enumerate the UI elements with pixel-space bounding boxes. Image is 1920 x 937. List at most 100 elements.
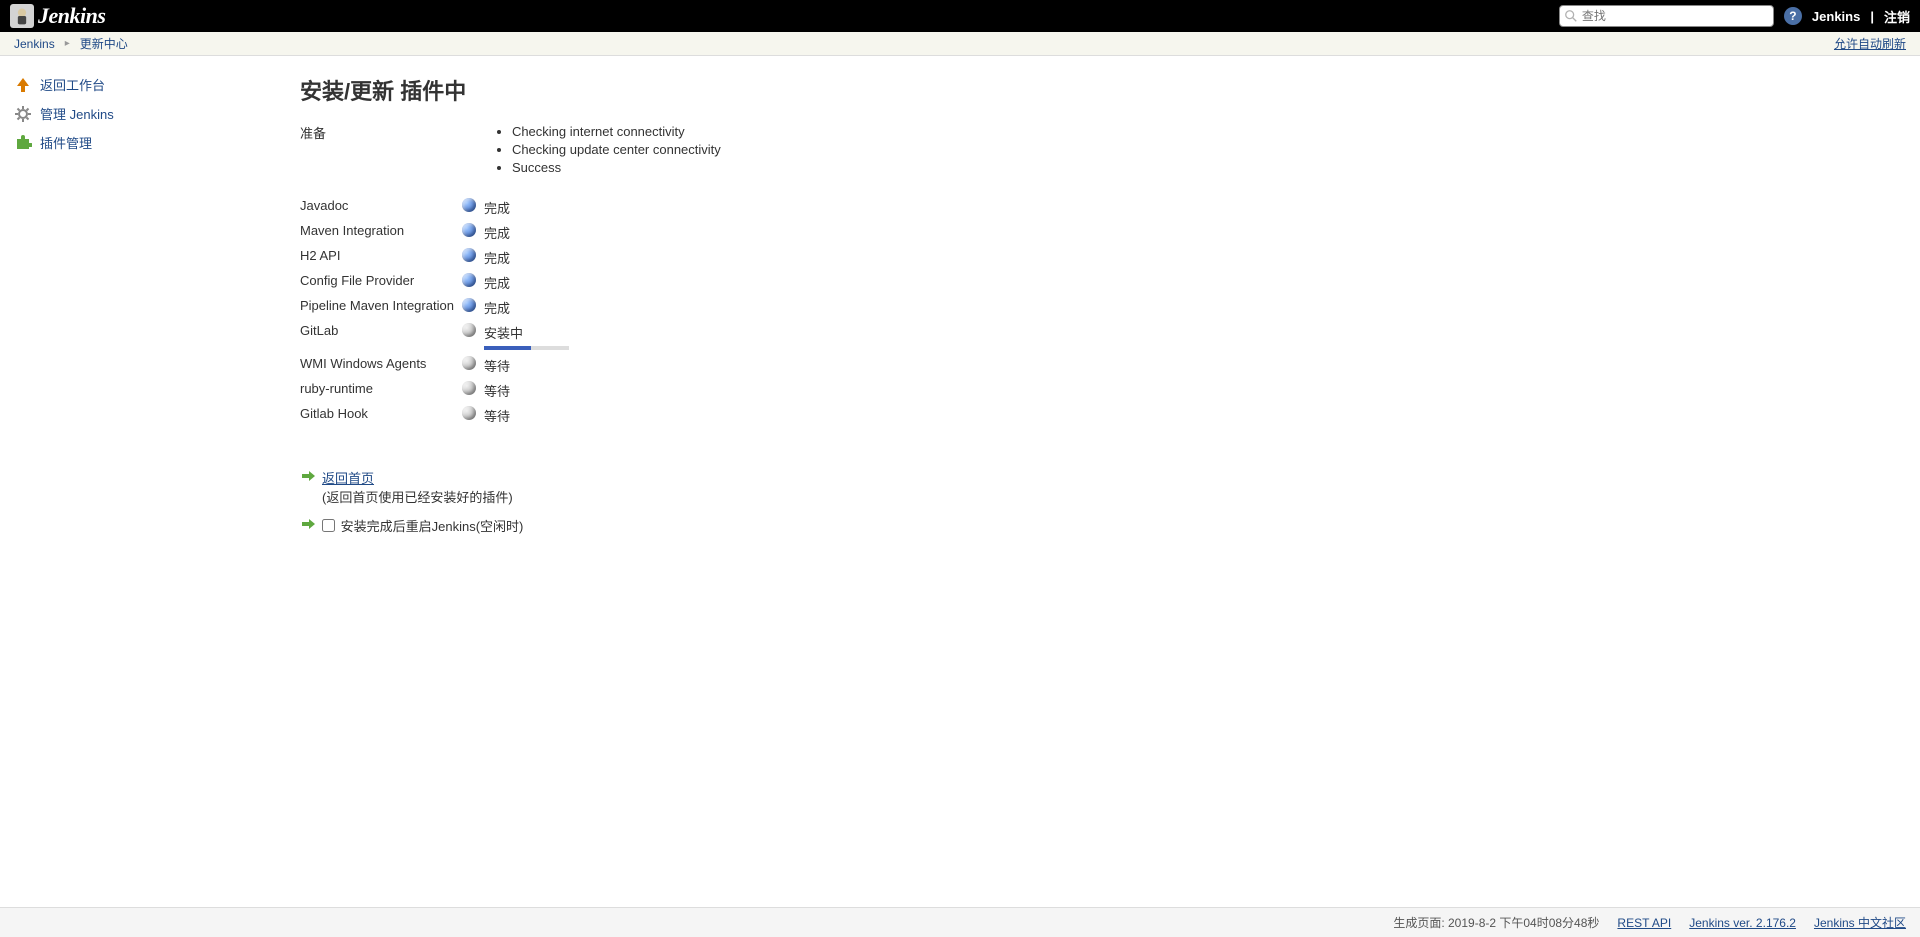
plugin-status-icon-cell (462, 378, 484, 403)
status-ball-blue-icon (462, 223, 476, 237)
install-progress-fill (484, 346, 531, 350)
page-body: 返回工作台 管理 Jenkins 插件管理 安装/更新 插件中 准备 Check… (0, 56, 1920, 907)
breadcrumb-bar: Jenkins ▸ 更新中心 允许自动刷新 (0, 32, 1920, 56)
plugin-status-icon-cell (462, 270, 484, 295)
logo[interactable]: Jenkins (10, 3, 105, 29)
header-right: ? Jenkins | 注销 (1559, 5, 1910, 27)
puzzle-icon (14, 134, 32, 152)
plugin-status-text: 安装中 (484, 326, 523, 341)
page-title: 安装/更新 插件中 (300, 74, 1900, 106)
sidebar-item-label: 插件管理 (40, 133, 92, 152)
plugin-status: 安装中 (484, 320, 729, 353)
rest-api-link[interactable]: REST API (1617, 916, 1671, 930)
logout-link[interactable]: 注销 (1884, 7, 1910, 26)
plugin-row: Gitlab Hook 等待 (300, 403, 729, 428)
plugin-status-icon-cell (462, 245, 484, 270)
header-separator: | (1870, 9, 1874, 24)
plugin-status-text: 完成 (484, 226, 510, 241)
prepare-row: 准备 Checking internet connectivity Checki… (300, 120, 729, 181)
status-ball-grey-icon (462, 406, 476, 420)
status-ball-grey-icon (462, 356, 476, 370)
plugin-status: 等待 (484, 378, 729, 403)
plugin-row: GitLab 安装中 (300, 320, 729, 353)
restart-label: 安装完成后重启Jenkins(空闲时) (341, 519, 524, 534)
plugin-name: Maven Integration (300, 220, 462, 245)
plugin-name: H2 API (300, 245, 462, 270)
status-ball-grey-icon (462, 381, 476, 395)
right-arrow-icon (300, 516, 316, 532)
generated-timestamp: 生成页面: 2019-8-2 下午04时08分48秒 (1393, 914, 1599, 931)
community-link[interactable]: Jenkins 中文社区 (1814, 914, 1906, 931)
sidebar-item-label: 管理 Jenkins (40, 104, 114, 123)
user-link[interactable]: Jenkins (1812, 9, 1860, 24)
restart-checkbox[interactable] (322, 519, 335, 532)
install-progress-table: 准备 Checking internet connectivity Checki… (300, 120, 729, 428)
footer: 生成页面: 2019-8-2 下午04时08分48秒 REST API Jenk… (0, 907, 1920, 937)
prepare-step: Checking update center connectivity (512, 141, 721, 159)
plugin-status-text: 完成 (484, 276, 510, 291)
plugin-status: 等待 (484, 353, 729, 378)
plugin-status: 完成 (484, 270, 729, 295)
up-arrow-icon (14, 76, 32, 94)
plugin-status-icon-cell (462, 220, 484, 245)
search-box (1559, 5, 1774, 27)
plugin-status: 完成 (484, 220, 729, 245)
prepare-step: Checking internet connectivity (512, 123, 721, 141)
return-home-row: 返回首页 (返回首页使用已经安装好的插件) (300, 468, 1900, 506)
plugin-status-icon-cell (462, 295, 484, 320)
plugin-status-icon-cell (462, 320, 484, 353)
plugin-name: Gitlab Hook (300, 403, 462, 428)
breadcrumb-separator: ▸ (65, 38, 70, 49)
restart-row: 安装完成后重启Jenkins(空闲时) (300, 516, 1900, 535)
status-ball-grey-icon (462, 323, 476, 337)
plugin-status-text: 完成 (484, 251, 510, 266)
search-icon (1564, 9, 1578, 23)
gear-icon (14, 105, 32, 123)
status-ball-blue-icon (462, 298, 476, 312)
sidebar-item-back[interactable]: 返回工作台 (14, 70, 266, 99)
plugin-status-icon-cell (462, 403, 484, 428)
return-home-note: (返回首页使用已经安装好的插件) (322, 490, 513, 505)
help-icon[interactable]: ? (1784, 7, 1802, 25)
logo-text: Jenkins (38, 3, 105, 29)
breadcrumb-root[interactable]: Jenkins (14, 37, 55, 51)
return-home-link[interactable]: 返回首页 (322, 471, 374, 486)
plugin-status-text: 完成 (484, 201, 510, 216)
prepare-steps: Checking internet connectivity Checking … (512, 123, 721, 178)
prepare-label: 准备 (300, 120, 462, 181)
plugin-name: Config File Provider (300, 270, 462, 295)
search-input[interactable] (1559, 5, 1774, 27)
breadcrumb-current[interactable]: 更新中心 (80, 35, 128, 52)
plugin-row: Config File Provider 完成 (300, 270, 729, 295)
plugin-row: Javadoc 完成 (300, 195, 729, 220)
plugin-name: Javadoc (300, 195, 462, 220)
plugin-status-text: 等待 (484, 384, 510, 399)
right-arrow-icon (300, 468, 316, 484)
plugin-row: Pipeline Maven Integration 完成 (300, 295, 729, 320)
plugin-name: Pipeline Maven Integration (300, 295, 462, 320)
main-panel: 安装/更新 插件中 准备 Checking internet connectiv… (280, 56, 1920, 907)
install-progress-bar (484, 346, 569, 350)
plugin-status: 等待 (484, 403, 729, 428)
sidebar-item-label: 返回工作台 (40, 75, 105, 94)
plugin-name: GitLab (300, 320, 462, 353)
status-ball-blue-icon (462, 248, 476, 262)
version-link[interactable]: Jenkins ver. 2.176.2 (1689, 916, 1796, 930)
auto-refresh-link[interactable]: 允许自动刷新 (1834, 37, 1906, 51)
sidebar: 返回工作台 管理 Jenkins 插件管理 (0, 56, 280, 907)
plugin-status: 完成 (484, 295, 729, 320)
plugin-row: H2 API 完成 (300, 245, 729, 270)
plugin-name: WMI Windows Agents (300, 353, 462, 378)
plugin-status-text: 等待 (484, 409, 510, 424)
plugin-row: WMI Windows Agents 等待 (300, 353, 729, 378)
plugin-status: 完成 (484, 245, 729, 270)
status-ball-blue-icon (462, 198, 476, 212)
plugin-name: ruby-runtime (300, 378, 462, 403)
sidebar-item-manage[interactable]: 管理 Jenkins (14, 99, 266, 128)
plugin-status-text: 完成 (484, 301, 510, 316)
prepare-step: Success (512, 159, 721, 177)
plugin-row: Maven Integration 完成 (300, 220, 729, 245)
post-install-actions: 返回首页 (返回首页使用已经安装好的插件) 安装完成后重启Jenkins(空闲时… (300, 468, 1900, 535)
plugin-status-icon-cell (462, 353, 484, 378)
sidebar-item-plugins[interactable]: 插件管理 (14, 128, 266, 157)
